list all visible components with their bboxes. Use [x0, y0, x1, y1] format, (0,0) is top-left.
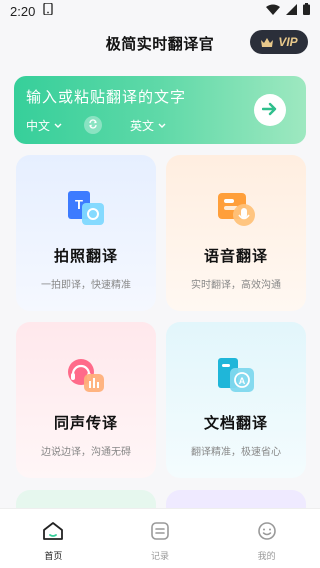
- translate-input-banner[interactable]: 输入或粘贴翻译的文字 中文 英文: [14, 76, 306, 144]
- nav-item-home[interactable]: 首页: [23, 521, 83, 562]
- language-selector-row: 中文 英文: [26, 116, 166, 134]
- svg-text:A: A: [239, 376, 246, 386]
- source-language-select[interactable]: 中文: [26, 117, 62, 134]
- voice-translate-icon: [214, 187, 258, 231]
- status-time: 2:20: [10, 3, 36, 19]
- battery-icon: [303, 3, 310, 19]
- status-left: 2:20: [10, 2, 54, 19]
- page-title: 极简实时翻译官: [105, 34, 215, 53]
- translate-go-button[interactable]: [254, 94, 286, 126]
- source-language-label: 中文: [26, 118, 51, 133]
- nav-label: 我的: [257, 552, 276, 562]
- nav-item-records[interactable]: 记录: [130, 521, 190, 562]
- swap-icon: [88, 118, 98, 132]
- bottom-nav: 首页 记录 我的: [0, 508, 320, 568]
- feature-title: 语音翻译: [203, 247, 268, 265]
- feature-subtitle: 实时翻译，高效沟通: [191, 280, 281, 291]
- crown-icon: [260, 33, 274, 52]
- notification-icon: [43, 2, 54, 19]
- status-bar: 2:20: [0, 0, 320, 22]
- voice-translate-card[interactable]: 语音翻译 实时翻译，高效沟通: [166, 155, 306, 311]
- feature-subtitle: 边说边译，沟通无碍: [41, 447, 131, 458]
- feature-title: 文档翻译: [203, 414, 268, 432]
- vip-label: VIP: [278, 35, 298, 49]
- nav-item-profile[interactable]: 我的: [237, 521, 297, 562]
- wifi-icon: [266, 4, 280, 19]
- nav-label: 记录: [150, 552, 169, 562]
- photo-translate-icon: T: [64, 187, 108, 231]
- target-language-label: 英文: [130, 118, 155, 133]
- feature-title: 同声传译: [53, 414, 118, 432]
- feature-subtitle: 翻译精准，极速省心: [191, 447, 281, 458]
- arrow-right-icon: [261, 101, 278, 120]
- nav-label: 首页: [44, 552, 63, 562]
- feature-subtitle: 一拍即译，快速精准: [41, 280, 131, 291]
- profile-icon: [257, 521, 277, 545]
- app-header: 极简实时翻译官 VIP: [0, 24, 320, 62]
- record-icon: [150, 521, 170, 545]
- headset-icon: [64, 354, 108, 398]
- chevron-down-icon: [54, 118, 62, 132]
- home-icon: [42, 521, 64, 545]
- simultaneous-interpret-card[interactable]: 同声传译 边说边译，沟通无碍: [16, 322, 156, 478]
- chevron-down-icon: [158, 118, 166, 132]
- target-language-select[interactable]: 英文: [130, 117, 166, 134]
- translate-input-placeholder: 输入或粘贴翻译的文字: [26, 88, 187, 106]
- feature-title: 拍照翻译: [53, 247, 118, 265]
- vip-button[interactable]: VIP: [250, 30, 308, 54]
- document-translate-card[interactable]: A 文档翻译 翻译精准，极速省心: [166, 322, 306, 478]
- status-icons: [266, 3, 310, 19]
- swap-language-button[interactable]: [84, 116, 103, 134]
- photo-translate-card[interactable]: T 拍照翻译 一拍即译，快速精准: [16, 155, 156, 311]
- document-icon: A: [214, 354, 258, 398]
- svg-text:T: T: [75, 197, 83, 212]
- signal-icon: [286, 3, 297, 19]
